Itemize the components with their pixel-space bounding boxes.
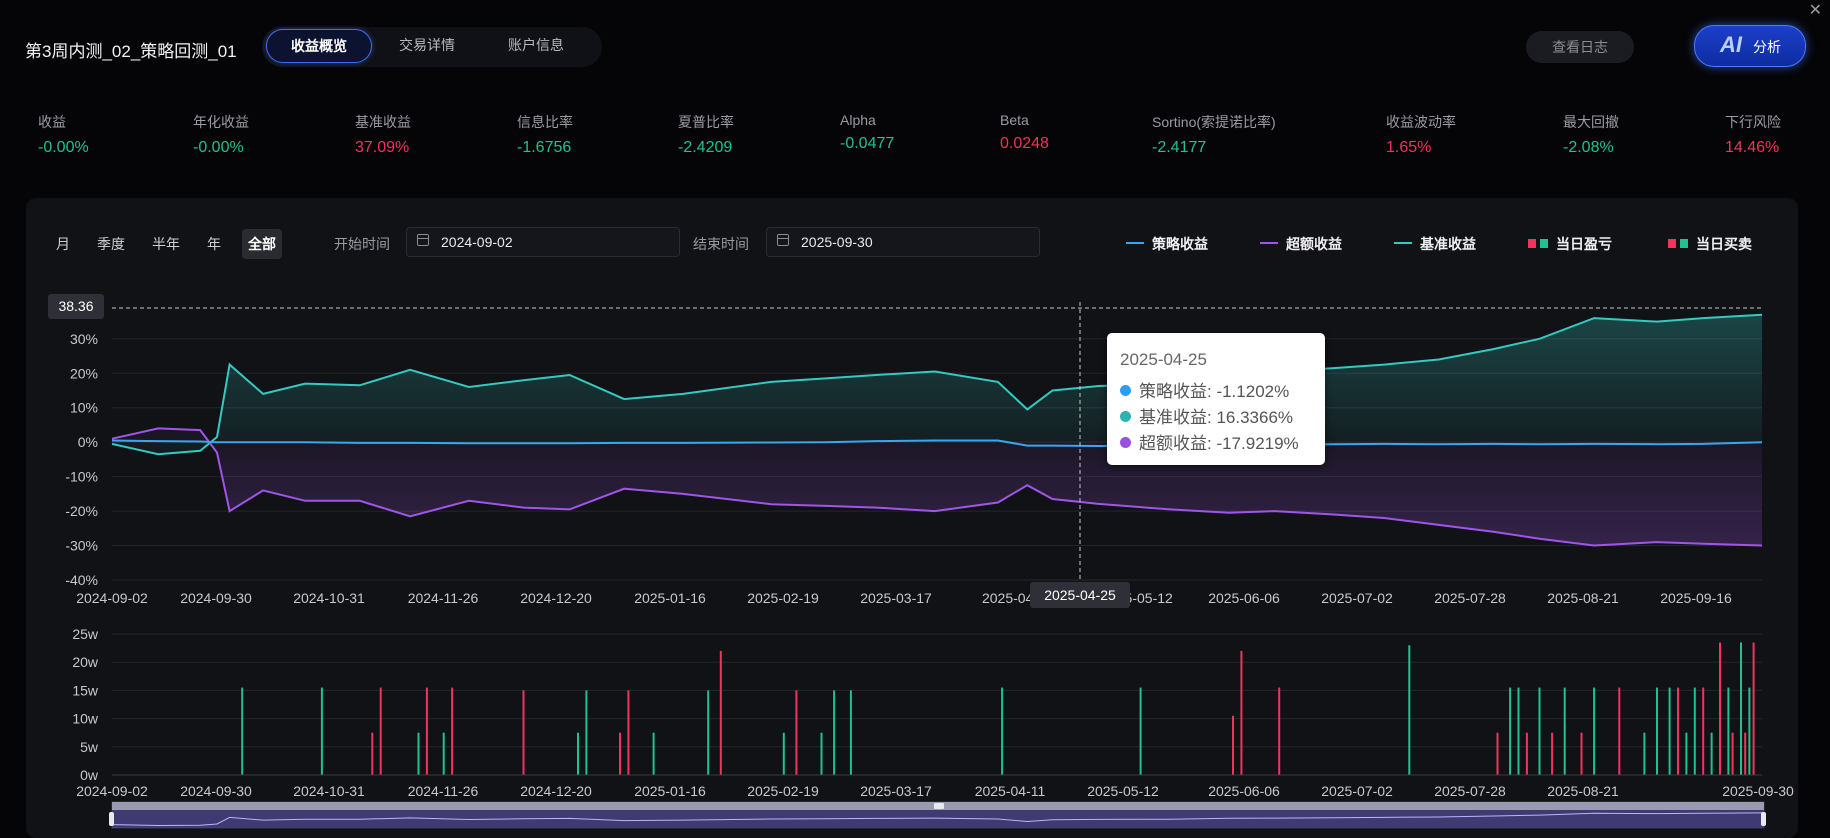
legend-benchmark[interactable]: 基准收益 xyxy=(1394,234,1476,254)
metric-label: Sortino(索提诺比率) xyxy=(1152,114,1276,130)
period-year[interactable]: 年 xyxy=(207,234,221,254)
header: 第3周内测_02_策略回测_01 收益概览 交易详情 账户信息 查看日志 AI … xyxy=(0,0,1830,96)
ai-analysis-button[interactable]: AI 分析 xyxy=(1694,25,1806,67)
tooltip-row-benchmark: 基准收益: 16.3366% xyxy=(1120,403,1293,428)
ai-icon: AI xyxy=(1720,32,1742,57)
legend-strategy-label: 策略收益 xyxy=(1152,236,1208,252)
period-half-year[interactable]: 半年 xyxy=(152,234,180,254)
legend-line-icon xyxy=(1260,242,1278,245)
legend-line-icon xyxy=(1394,242,1412,245)
end-date-value: 2025-09-30 xyxy=(801,234,873,250)
metric-value: 0.0248 xyxy=(1000,135,1049,152)
calendar-icon xyxy=(417,234,429,246)
legend-line-icon xyxy=(1126,242,1144,245)
metric-label: 最大回撤 xyxy=(1563,114,1619,130)
metric-1: 年化收益 -0.00% xyxy=(193,112,249,157)
page-title: 第3周内测_02_策略回测_01 xyxy=(25,42,237,61)
legend-benchmark-label: 基准收益 xyxy=(1420,236,1476,252)
metric-10: 下行风险 14.46% xyxy=(1725,112,1781,157)
metric-0: 收益 -0.00% xyxy=(38,112,89,157)
metric-label: 收益 xyxy=(38,114,66,130)
tooltip-dot-icon xyxy=(1120,437,1131,449)
tab-overview[interactable]: 收益概览 xyxy=(266,29,372,63)
tab-account-info[interactable]: 账户信息 xyxy=(486,29,586,61)
tab-trade-details[interactable]: 交易详情 xyxy=(377,29,477,61)
metric-3: 信息比率 -1.6756 xyxy=(517,112,573,157)
metric-5: Alpha -0.0477 xyxy=(840,112,894,153)
metric-value: 37.09% xyxy=(355,139,410,156)
tooltip-row-excess: 超额收益: -17.9219% xyxy=(1120,429,1299,454)
metric-label: 基准收益 xyxy=(355,114,411,130)
metric-7: Sortino(索提诺比率) -2.4177 xyxy=(1152,112,1276,157)
metric-label: 夏普比率 xyxy=(678,114,734,130)
tooltip-row-strategy: 策略收益: -1.1202% xyxy=(1120,377,1289,402)
legend-square-icon xyxy=(1680,238,1688,248)
metric-label: 下行风险 xyxy=(1725,114,1781,130)
period-all[interactable]: 全部 xyxy=(242,229,282,259)
end-date-label: 结束时间 xyxy=(693,236,749,252)
period-month[interactable]: 月 xyxy=(56,234,70,254)
metric-value: -0.0477 xyxy=(840,135,895,152)
legend-excess-label: 超额收益 xyxy=(1286,236,1342,252)
legend-square-icon xyxy=(1668,238,1676,248)
metric-value: -0.00% xyxy=(38,139,89,156)
legend-excess[interactable]: 超额收益 xyxy=(1260,234,1342,254)
metric-6: Beta 0.0248 xyxy=(1000,112,1049,153)
metric-9: 最大回撤 -2.08% xyxy=(1563,112,1619,157)
legend-square-icon xyxy=(1540,238,1548,248)
metric-value: -2.08% xyxy=(1563,139,1614,156)
legend-daily-pnl[interactable]: 当日盈亏 xyxy=(1528,234,1612,254)
legend-daily-trade[interactable]: 当日买卖 xyxy=(1668,234,1752,254)
metric-8: 收益波动率 1.65% xyxy=(1386,112,1456,157)
tooltip-dot-icon xyxy=(1120,385,1131,397)
ai-analysis-label: 分析 xyxy=(1753,39,1781,55)
start-date-value: 2024-09-02 xyxy=(441,234,513,250)
chart-tooltip: 2025-04-25 策略收益: -1.1202% 基准收益: 16.3366%… xyxy=(1107,333,1325,465)
calendar-icon xyxy=(777,234,789,246)
tooltip-date: 2025-04-25 xyxy=(1120,350,1207,369)
legend-strategy[interactable]: 策略收益 xyxy=(1126,234,1208,254)
tooltip-excess-value: 超额收益: -17.9219% xyxy=(1139,434,1299,453)
metric-value: -0.00% xyxy=(193,139,244,156)
chart-panel: 月 季度 半年 年 全部 开始时间 2024-09-02 结束时间 2025-0… xyxy=(26,198,1798,838)
metric-label: 信息比率 xyxy=(517,114,573,130)
legend-daily-trade-label: 当日买卖 xyxy=(1696,236,1752,252)
metric-label: 年化收益 xyxy=(193,114,249,130)
tooltip-strategy-value: 策略收益: -1.1202% xyxy=(1139,382,1290,401)
legend-square-icon xyxy=(1528,238,1536,248)
metric-value: 14.46% xyxy=(1725,139,1780,156)
crosshair-y-label: 38.36 xyxy=(48,294,104,319)
metric-2: 基准收益 37.09% xyxy=(355,112,411,157)
metric-value: 1.65% xyxy=(1386,139,1432,156)
tooltip-dot-icon xyxy=(1120,411,1131,423)
crosshair-x-label: 2025-04-25 xyxy=(1030,582,1130,608)
end-date-input[interactable]: 2025-09-30 xyxy=(766,227,1040,257)
metric-label: 收益波动率 xyxy=(1386,114,1456,130)
metric-4: 夏普比率 -2.4209 xyxy=(678,112,734,157)
view-log-button[interactable]: 查看日志 xyxy=(1526,31,1634,63)
legend-daily-pnl-label: 当日盈亏 xyxy=(1556,236,1612,252)
metric-label: Alpha xyxy=(840,112,876,128)
metric-label: Beta xyxy=(1000,112,1029,128)
start-date-label: 开始时间 xyxy=(334,236,390,252)
metric-value: -2.4209 xyxy=(678,139,733,156)
period-quarter[interactable]: 季度 xyxy=(97,234,125,254)
metric-value: -2.4177 xyxy=(1152,139,1207,156)
tab-bar: 收益概览 交易详情 账户信息 xyxy=(262,27,602,67)
metric-value: -1.6756 xyxy=(517,139,572,156)
tooltip-benchmark-value: 基准收益: 16.3366% xyxy=(1139,408,1294,427)
start-date-input[interactable]: 2024-09-02 xyxy=(406,227,680,257)
